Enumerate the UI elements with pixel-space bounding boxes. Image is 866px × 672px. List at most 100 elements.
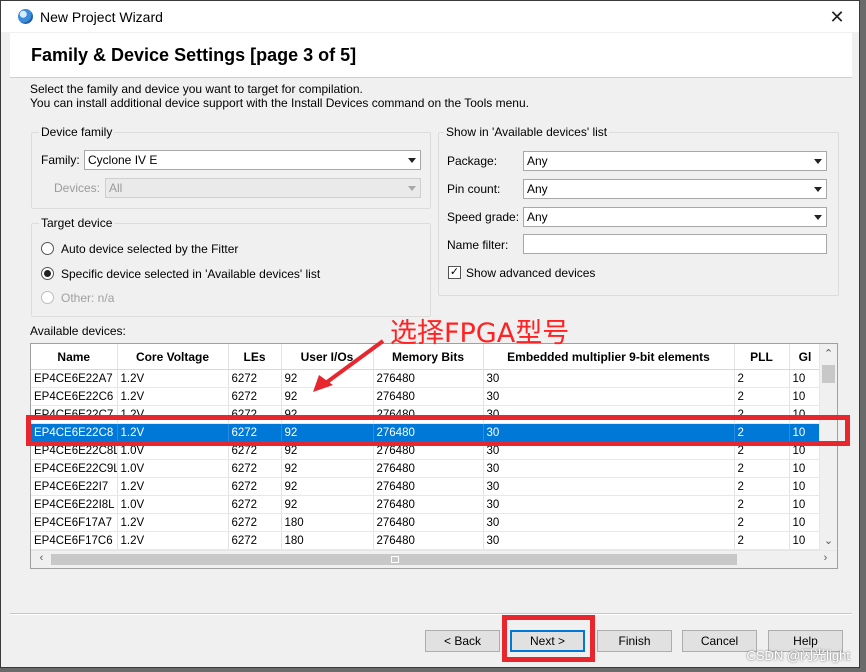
scroll-left-icon[interactable]: ‹ (33, 552, 50, 564)
vertical-scrollbar[interactable]: ⌃ ⌄ (819, 344, 837, 552)
devices-select[interactable]: All (105, 178, 421, 198)
available-devices-label: Available devices: (30, 324, 126, 338)
table-row[interactable]: EP4CE6E22C7 1.2V 6272 92 276480 30 2 10 (31, 405, 822, 424)
table-cell: EP4CE6E22A7 (31, 369, 118, 388)
speed-grade-select[interactable]: Any (523, 207, 827, 227)
table-row[interactable]: EP4CE6F17C6 1.2V 6272 180 276480 30 2 10 (31, 531, 822, 550)
radio-other-device[interactable] (41, 291, 54, 304)
table-cell: 1.2V (117, 477, 229, 496)
chevron-down-icon (814, 159, 822, 164)
table-row[interactable]: EP4CE6F17A7 1.2V 6272 180 276480 30 2 10 (31, 513, 822, 532)
name-filter-input[interactable] (523, 234, 827, 254)
table-row[interactable]: EP4CE6E22C9L 1.0V 6272 92 276480 30 2 10 (31, 459, 822, 478)
package-value: Any (527, 154, 548, 168)
table-cell: EP4CE6E22C7 (31, 405, 118, 424)
table-row[interactable]: EP4CE6E22I7 1.2V 6272 92 276480 30 2 10 (31, 477, 822, 496)
table-cell: EP4CE6E22C9L (31, 459, 118, 478)
package-select[interactable]: Any (523, 151, 827, 171)
table-cell: 92 (281, 495, 374, 514)
table-cell: 10 (789, 369, 822, 388)
table-cell: 6272 (228, 495, 282, 514)
table-cell: 1.2V (117, 531, 229, 550)
table-row[interactable]: EP4CE6E22I8L 1.0V 6272 92 276480 30 2 10 (31, 495, 822, 514)
table-cell: 2 (734, 441, 790, 460)
table-cell: 6272 (228, 405, 282, 424)
table-cell: 10 (789, 495, 822, 514)
table-cell: EP4CE6E22C8 (31, 423, 118, 442)
table-cell: 180 (281, 513, 374, 532)
radio-auto-device[interactable] (41, 242, 54, 255)
table-cell: 1.2V (117, 369, 229, 388)
table-row[interactable]: EP4CE6E22C6 1.2V 6272 92 276480 30 2 10 (31, 387, 822, 406)
table-cell: 2 (734, 531, 790, 550)
pin-count-value: Any (527, 182, 548, 196)
chevron-down-icon (814, 215, 822, 220)
bottom-separator (10, 613, 852, 615)
table-cell: 1.2V (117, 405, 229, 424)
table-cell: 6272 (228, 459, 282, 478)
close-icon[interactable]: ✕ (825, 6, 849, 28)
back-button[interactable]: < Back (425, 630, 500, 652)
table-row[interactable]: EP4CE6E22A7 1.2V 6272 92 276480 30 2 10 (31, 369, 822, 388)
table-cell: 6272 (228, 423, 282, 442)
table-cell: 276480 (373, 441, 484, 460)
table-cell: 10 (789, 387, 822, 406)
radio-specific-device[interactable] (41, 267, 54, 280)
table-row[interactable]: EP4CE6E22C8 1.2V 6272 92 276480 30 2 10 (31, 423, 822, 442)
description-line-1: Select the family and device you want to… (30, 82, 363, 96)
csdn-watermark: CSDN @闪光light (746, 648, 851, 663)
pin-count-label: Pin count: (447, 182, 501, 196)
column-header[interactable]: Gl (789, 344, 822, 370)
table-cell: 1.0V (117, 441, 229, 460)
horizontal-scrollbar[interactable]: ‹ › (31, 550, 837, 568)
family-label: Family: (41, 153, 80, 167)
family-value: Cyclone IV E (88, 153, 158, 167)
table-cell: 30 (483, 459, 735, 478)
scroll-right-icon[interactable]: › (817, 552, 834, 564)
title-bar: New Project Wizard ✕ (1, 1, 859, 32)
chevron-down-icon (408, 186, 416, 191)
next-button[interactable]: Next > (510, 630, 585, 652)
scroll-up-icon[interactable]: ⌃ (820, 347, 837, 360)
table-cell: 30 (483, 513, 735, 532)
table-cell: 10 (789, 459, 822, 478)
table-cell: 30 (483, 441, 735, 460)
speed-grade-value: Any (527, 210, 548, 224)
device-family-label: Device family (39, 125, 115, 139)
table-cell: 6272 (228, 531, 282, 550)
show-advanced-checkbox[interactable]: ✓ (448, 266, 461, 279)
table-cell: 92 (281, 459, 374, 478)
pin-count-select[interactable]: Any (523, 179, 827, 199)
column-header[interactable]: LEs (228, 344, 282, 370)
name-filter-label: Name filter: (447, 238, 509, 252)
table-cell: 2 (734, 459, 790, 478)
table-cell: 10 (789, 477, 822, 496)
column-header[interactable]: Core Voltage (117, 344, 229, 370)
target-device-label: Target device (39, 216, 115, 230)
scroll-down-icon[interactable]: ⌄ (820, 534, 837, 547)
table-cell: 276480 (373, 513, 484, 532)
finish-button[interactable]: Finish (597, 630, 672, 652)
table-cell: 6272 (228, 513, 282, 532)
horizontal-scroll-thumb[interactable] (51, 554, 737, 565)
table-cell: EP4CE6F17C6 (31, 531, 118, 550)
table-cell: 276480 (373, 423, 484, 442)
table-cell: EP4CE6E22C8L (31, 441, 118, 460)
speed-grade-label: Speed grade: (447, 210, 520, 224)
auto-device-label: Auto device selected by the Fitter (61, 242, 239, 256)
table-cell: 6272 (228, 441, 282, 460)
table-cell: 1.0V (117, 459, 229, 478)
available-filter-label: Show in 'Available devices' list (444, 125, 610, 139)
table-cell: 1.2V (117, 513, 229, 532)
column-header[interactable]: PLL (734, 344, 790, 370)
column-header[interactable]: Name (31, 344, 118, 370)
table-cell: EP4CE6E22I7 (31, 477, 118, 496)
vertical-scroll-thumb[interactable] (822, 365, 835, 383)
specific-device-label: Specific device selected in 'Available d… (61, 267, 321, 281)
family-select[interactable]: Cyclone IV E (84, 150, 421, 170)
table-cell: 10 (789, 441, 822, 460)
table-cell: 6272 (228, 387, 282, 406)
table-row[interactable]: EP4CE6E22C8L 1.0V 6272 92 276480 30 2 10 (31, 441, 822, 460)
table-cell: 30 (483, 405, 735, 424)
other-device-label: Other: n/a (61, 291, 115, 305)
